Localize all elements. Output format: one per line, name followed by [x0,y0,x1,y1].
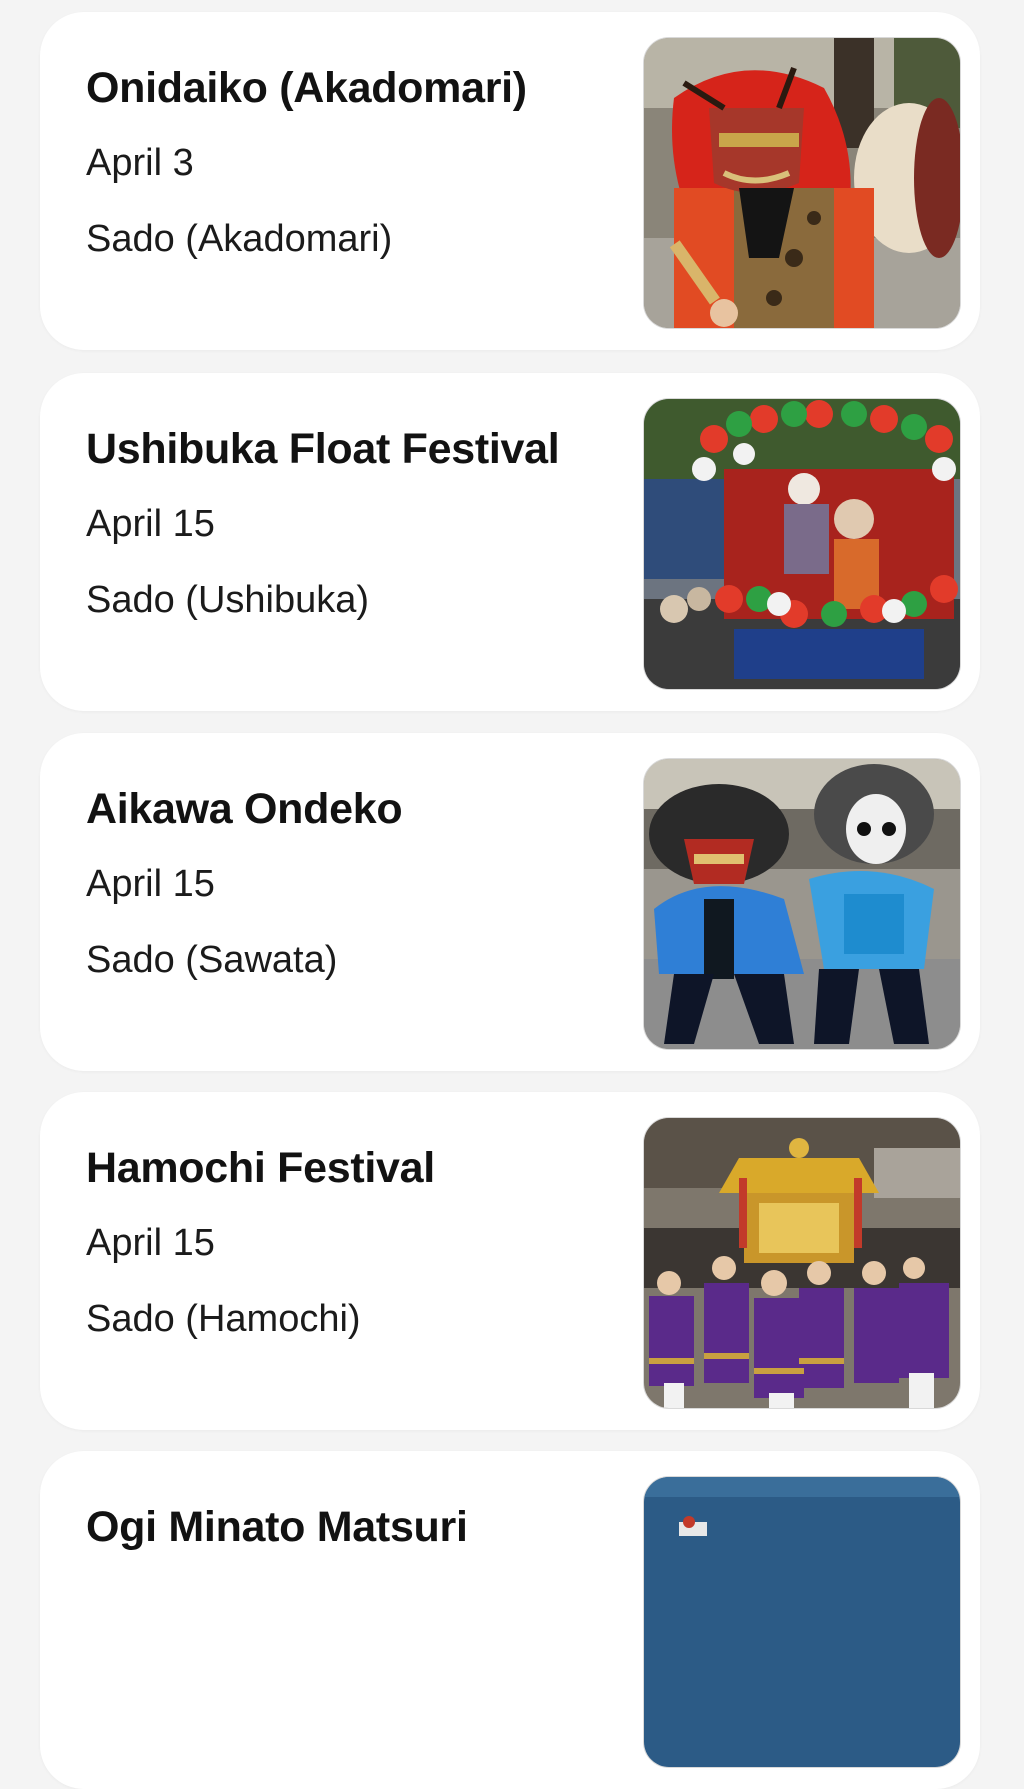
event-title: Hamochi Festival [86,1144,435,1192]
festival-list: Onidaiko (Akadomari) April 3 Sado (Akado… [0,0,1024,1789]
event-photo-onidaiko [643,37,961,329]
event-card-ogi-minato[interactable]: Ogi Minato Matsuri [40,1451,980,1789]
event-location: Sado (Akadomari) [86,218,393,260]
event-location: Sado (Ushibuka) [86,579,370,621]
event-title: Ogi Minato Matsuri [86,1503,468,1551]
event-card-ushibuka[interactable]: Ushibuka Float Festival April 15 Sado (U… [40,373,980,711]
event-photo-ogi [643,1476,961,1768]
event-title: Ushibuka Float Festival [86,425,560,473]
event-photo-hamochi [643,1117,961,1409]
event-date: April 3 [86,142,194,184]
event-title: Onidaiko (Akadomari) [86,64,527,112]
event-date: April 15 [86,1222,215,1264]
event-card-aikawa-ondeko[interactable]: Aikawa Ondeko April 15 Sado (Sawata) [40,733,980,1071]
event-card-hamochi[interactable]: Hamochi Festival April 15 Sado (Hamochi) [40,1092,980,1430]
event-title: Aikawa Ondeko [86,785,403,833]
event-photo-aikawa [643,758,961,1050]
event-location: Sado (Sawata) [86,939,338,981]
event-card-onidaiko[interactable]: Onidaiko (Akadomari) April 3 Sado (Akado… [40,12,980,350]
event-photo-ushibuka [643,398,961,690]
event-date: April 15 [86,863,215,905]
event-date: April 15 [86,503,215,545]
event-location: Sado (Hamochi) [86,1298,361,1340]
